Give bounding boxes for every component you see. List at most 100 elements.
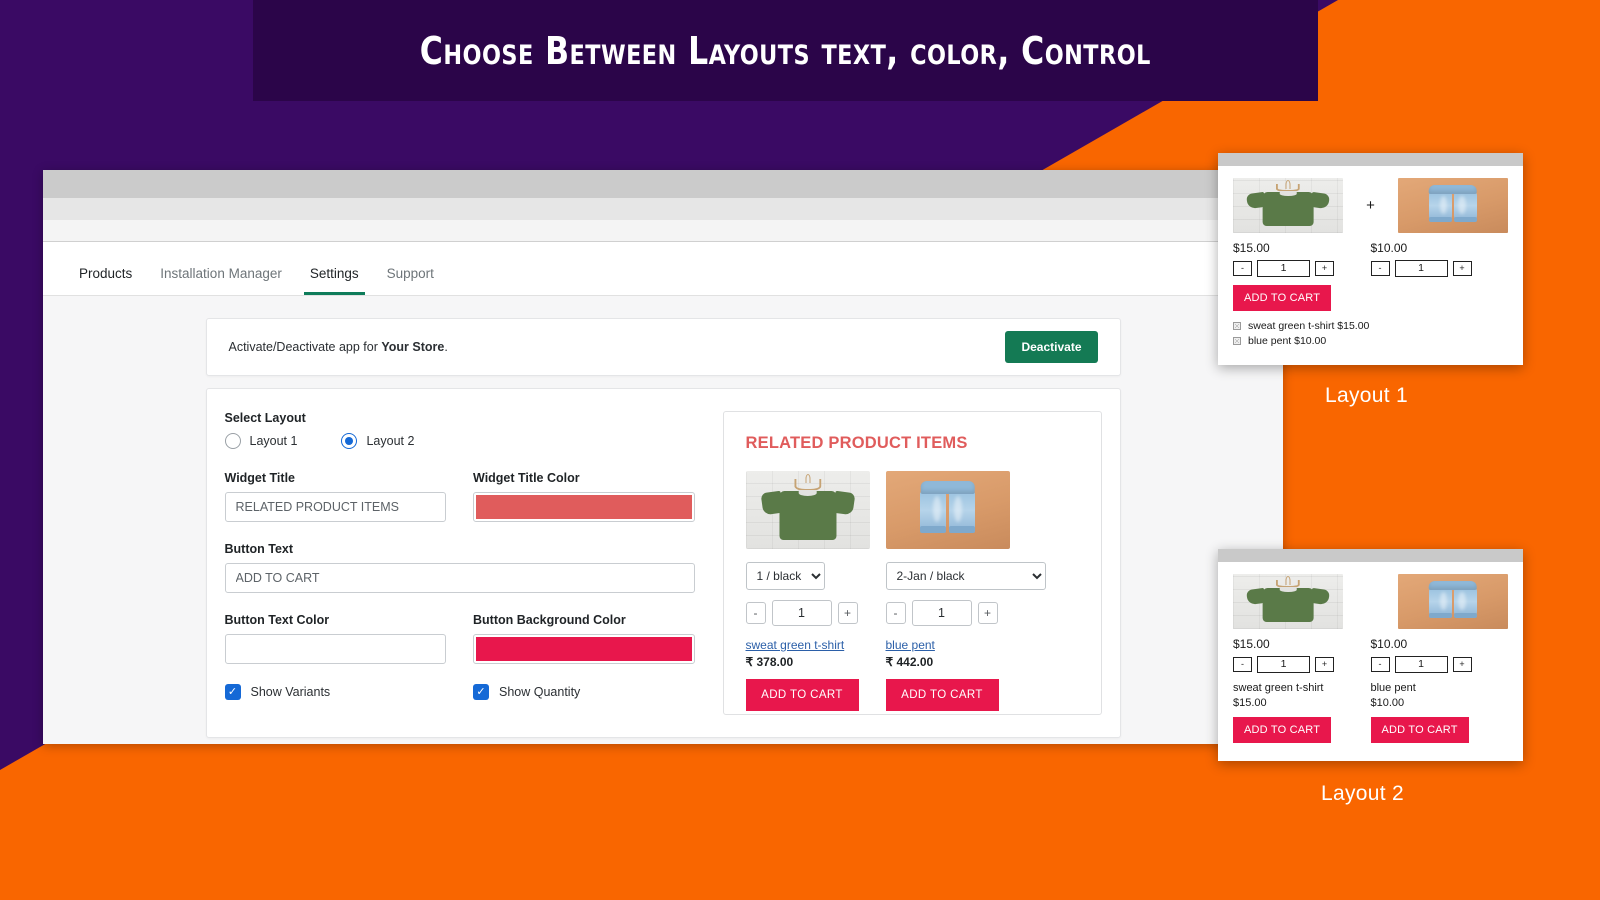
button-color-row: Button Text Color Button Background Colo… <box>224 613 695 664</box>
radio-layout-1[interactable]: Layout 1 <box>224 433 297 449</box>
add-to-cart-button[interactable]: ADD TO CART <box>745 679 859 711</box>
browser-tabstrip <box>43 220 1283 242</box>
qty-input[interactable] <box>911 600 972 626</box>
list-item[interactable]: sweat green t-shirt $15.00 <box>1233 320 1508 332</box>
qty-value[interactable]: 1 <box>1394 656 1448 673</box>
checkbox-row: ✓ Show Variants ✓ Show Quantity <box>224 684 695 700</box>
banner-title: Choose Between Layouts text, color, Cont… <box>419 28 1152 73</box>
show-variants-label: Show Variants <box>250 685 331 699</box>
preview-title: RELATED PRODUCT ITEMS <box>745 434 968 452</box>
layout-1-prices-row: $15.00 - 1 + $10.00 - 1 + <box>1233 241 1508 277</box>
add-to-cart-button[interactable]: ADD TO CART <box>1233 717 1332 743</box>
layout-2-name-cell: sweat green t-shirt $15.00 ADD TO CART <box>1233 682 1371 743</box>
browser-titlebar <box>43 170 1283 198</box>
widget-title-color-group: Widget Title Color <box>473 471 695 522</box>
qty-minus-button[interactable]: - <box>745 602 766 624</box>
product-name-link[interactable]: sweat green t-shirt <box>746 638 870 652</box>
quantity-stepper: - 1 + <box>1370 260 1509 277</box>
browser-window: Products Installation Manager Settings S… <box>43 170 1283 744</box>
show-variants-checkbox[interactable]: ✓ Show Variants <box>224 684 447 700</box>
layout-2-prices-row: $15.00 - 1 + $10.00 - 1 + <box>1233 637 1508 673</box>
tab-installation-manager[interactable]: Installation Manager <box>146 266 296 295</box>
layout-2-product-cell: $10.00 - 1 + <box>1370 637 1509 673</box>
tab-settings[interactable]: Settings <box>296 266 373 295</box>
product-price: ₹ 378.00 <box>745 655 794 669</box>
settings-form: Select Layout Layout 1 Layout 2 Widget T… <box>224 411 695 715</box>
qty-value[interactable]: 1 <box>1257 656 1310 673</box>
quantity-stepper: - 1 + <box>1233 656 1371 673</box>
quantity-stepper: - + <box>745 600 870 626</box>
blue-jeans-image <box>1397 574 1508 629</box>
layout-2-product-cell: $15.00 - 1 + <box>1233 637 1371 673</box>
activate-text-prefix: Activate/Deactivate app for <box>228 340 382 354</box>
blue-jeans-image <box>1397 178 1508 233</box>
check-icon: ✓ <box>224 684 241 700</box>
radio-layout-2[interactable]: Layout 2 <box>341 433 414 449</box>
widget-title-input[interactable] <box>224 492 446 522</box>
product-price: $10.00 <box>1370 637 1408 651</box>
plus-icon: + <box>1366 197 1375 214</box>
qty-plus-button[interactable]: + <box>1315 657 1334 672</box>
qty-minus-button[interactable]: - <box>1370 261 1390 276</box>
settings-card: Select Layout Layout 1 Layout 2 Widget T… <box>205 388 1121 738</box>
quantity-stepper: - 1 + <box>1370 656 1509 673</box>
popup-titlebar <box>1218 549 1523 562</box>
green-tshirt-image <box>1233 178 1344 233</box>
add-to-cart-button[interactable]: ADD TO CART <box>1233 285 1332 311</box>
deactivate-button[interactable]: Deactivate <box>1005 331 1098 363</box>
tab-support[interactable]: Support <box>373 266 448 295</box>
list-item[interactable]: blue pent $10.00 <box>1233 335 1508 347</box>
button-text-color-label: Button Text Color <box>224 613 330 627</box>
button-text-input[interactable] <box>224 563 695 593</box>
qty-plus-button[interactable]: + <box>1452 657 1472 672</box>
button-text-color-swatch <box>227 637 443 661</box>
qty-minus-button[interactable]: - <box>1370 657 1390 672</box>
tab-products[interactable]: Products <box>65 266 146 295</box>
checklist-label: blue pent $10.00 <box>1248 335 1327 347</box>
button-text-group: Button Text <box>224 542 695 593</box>
select-layout-label: Select Layout <box>224 411 306 425</box>
add-to-cart-button[interactable]: ADD TO CART <box>1370 717 1469 743</box>
button-bg-color-group: Button Background Color <box>473 613 695 664</box>
product-price: $15.00 <box>1233 697 1267 709</box>
widget-title-label: Widget Title <box>224 471 296 485</box>
activate-card: Activate/Deactivate app for Your Store. … <box>205 318 1121 376</box>
qty-plus-button[interactable]: + <box>977 602 998 624</box>
qty-minus-button[interactable]: - <box>1233 261 1252 276</box>
show-quantity-checkbox[interactable]: ✓ Show Quantity <box>473 684 695 700</box>
widget-title-color-swatch <box>476 495 692 519</box>
add-to-cart-button[interactable]: ADD TO CART <box>885 679 999 711</box>
qty-plus-button[interactable]: + <box>1452 261 1472 276</box>
product-price: $10.00 <box>1370 697 1405 709</box>
qty-input[interactable] <box>771 600 832 626</box>
show-quantity-label: Show Quantity <box>499 685 581 699</box>
checkbox-icon <box>1233 337 1241 345</box>
radio-layout-2-label: Layout 2 <box>366 434 415 448</box>
green-tshirt-image <box>1233 574 1344 629</box>
widget-title-color-picker[interactable] <box>473 492 695 522</box>
button-bg-color-label: Button Background Color <box>473 613 626 627</box>
variant-select-tshirt[interactable]: 1 / black <box>745 562 825 590</box>
qty-plus-button[interactable]: + <box>837 602 858 624</box>
layout-1-preview-window: + $15.00 - 1 + $10.00 - 1 + ADD TO CART … <box>1218 153 1523 365</box>
qty-minus-button[interactable]: - <box>1233 657 1252 672</box>
layout-1-body: + $15.00 - 1 + $10.00 - 1 + ADD TO CART … <box>1218 166 1523 347</box>
qty-value[interactable]: 1 <box>1394 260 1448 277</box>
product-price: $15.00 <box>1233 241 1270 255</box>
product-price: $10.00 <box>1370 241 1408 255</box>
product-price: ₹ 442.00 <box>885 655 934 669</box>
green-tshirt-image <box>745 471 870 549</box>
product-name-link[interactable]: blue pent <box>886 638 1046 652</box>
qty-plus-button[interactable]: + <box>1315 261 1334 276</box>
layout-2-name-cell: blue pent $10.00 ADD TO CART <box>1370 682 1509 743</box>
layout-radio-group: Layout 1 Layout 2 <box>224 433 695 449</box>
variant-select-jeans[interactable]: 2-Jan / black <box>885 562 1046 590</box>
qty-minus-button[interactable]: - <box>885 602 906 624</box>
preview-product-list: 1 / black - + sweat green t-shirt ₹ 378.… <box>745 471 1079 711</box>
widget-preview: RELATED PRODUCT ITEMS 1 / black - 1 + sw… <box>722 411 1102 715</box>
layout-2-names-row: sweat green t-shirt $15.00 ADD TO CART b… <box>1233 682 1508 743</box>
button-bg-color-picker[interactable] <box>473 634 695 664</box>
radio-circle-selected-icon <box>341 433 358 449</box>
qty-value[interactable]: 1 <box>1257 260 1310 277</box>
button-text-color-picker[interactable] <box>224 634 446 664</box>
